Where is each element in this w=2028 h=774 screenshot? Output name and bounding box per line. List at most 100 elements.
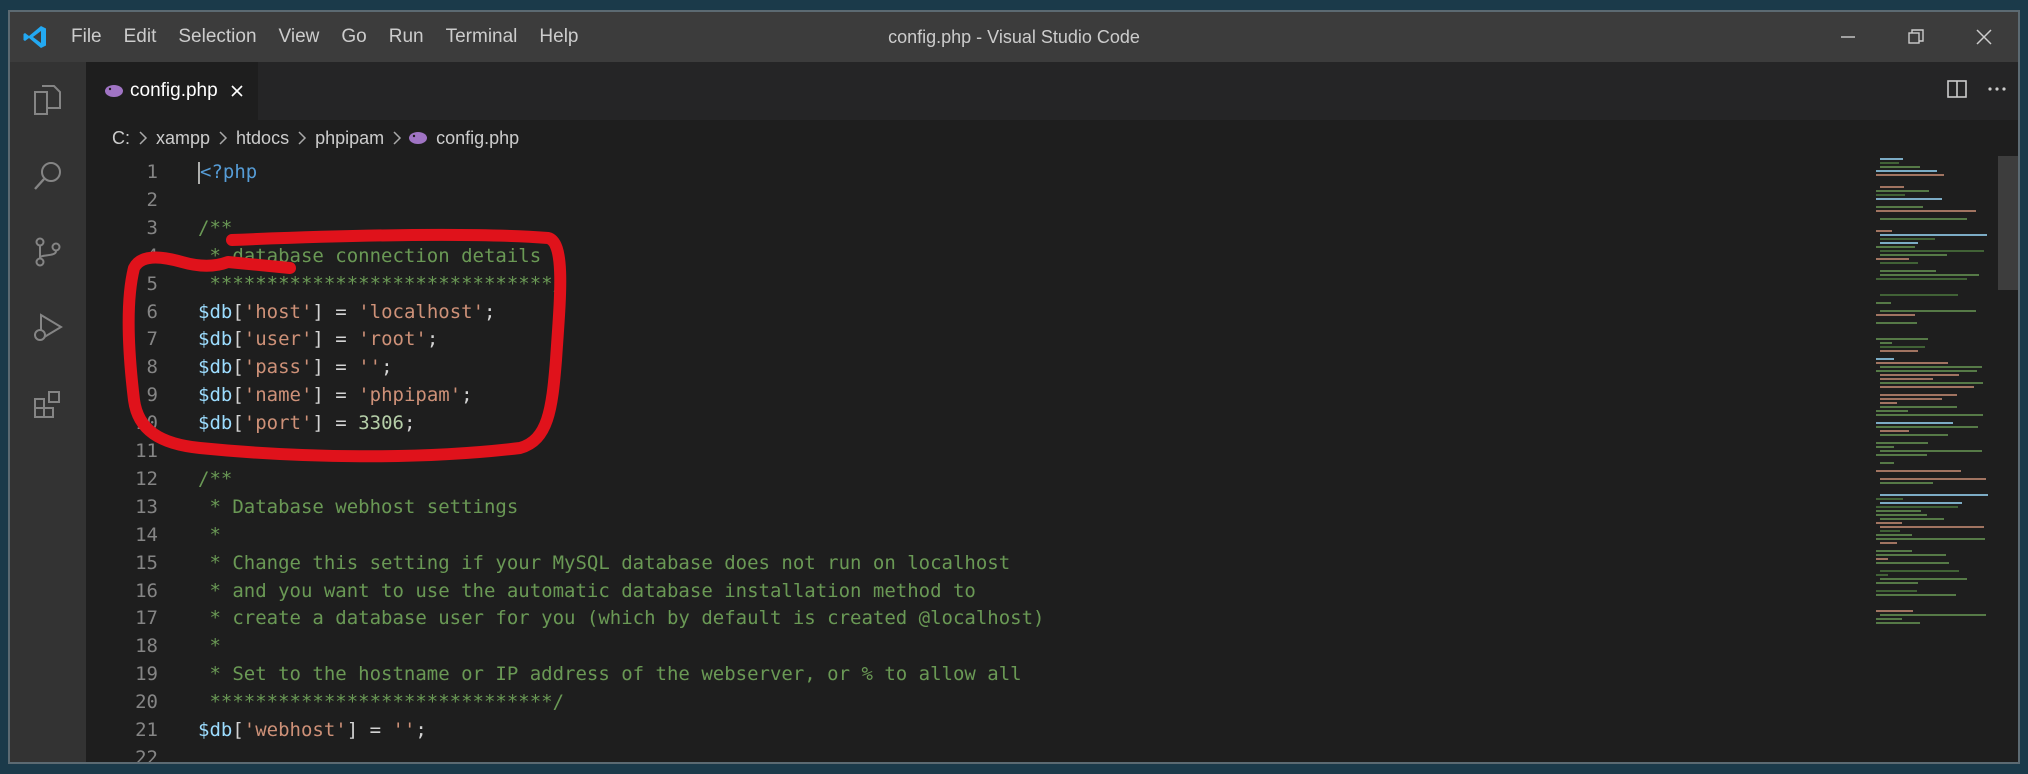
code-text: $db['webhost'] = ''; xyxy=(198,716,427,744)
minimap-line xyxy=(1880,274,1979,276)
code-token: [ xyxy=(232,384,244,407)
close-window-button[interactable] xyxy=(1950,12,2018,62)
code-line[interactable]: 1 <?php xyxy=(86,158,1786,186)
menu-view[interactable]: View xyxy=(268,12,331,62)
code-line[interactable]: 17 * create a database user for you (whi… xyxy=(86,604,1786,632)
code-text: $db['user'] = 'root'; xyxy=(198,325,438,353)
code-token: ; xyxy=(403,412,416,435)
menu-file[interactable]: File xyxy=(60,12,113,62)
code-token: $db xyxy=(198,356,233,379)
menu-selection[interactable]: Selection xyxy=(167,12,267,62)
minimize-button[interactable] xyxy=(1814,12,1882,62)
restore-icon xyxy=(1908,29,1924,44)
minimap-line xyxy=(1876,362,1948,364)
vertical-scrollbar[interactable] xyxy=(1998,156,2018,290)
more-actions-button[interactable] xyxy=(1986,78,2008,105)
code-line[interactable]: 14 * xyxy=(86,521,1786,549)
php-file-icon xyxy=(104,84,124,98)
minimap-line xyxy=(1876,550,1912,552)
breadcrumb-file[interactable]: config.php xyxy=(434,128,521,149)
minimap[interactable] xyxy=(1876,156,1996,762)
activity-search[interactable] xyxy=(10,138,86,214)
breadcrumb-drive[interactable]: C: xyxy=(110,128,132,149)
line-number: 7 xyxy=(146,328,158,351)
code-line[interactable]: 18 * xyxy=(86,632,1786,660)
activity-extensions[interactable] xyxy=(10,366,86,442)
menu-help[interactable]: Help xyxy=(528,12,589,62)
code-line[interactable]: 11 xyxy=(86,437,1786,465)
menu-go[interactable]: Go xyxy=(330,12,377,62)
minimap-line xyxy=(1880,382,1983,384)
menu-edit[interactable]: Edit xyxy=(113,12,168,62)
minimap-line xyxy=(1880,518,1944,520)
menu-terminal[interactable]: Terminal xyxy=(435,12,529,62)
code-text: * Database webhost settings xyxy=(198,493,518,521)
minimap-line xyxy=(1876,498,1903,500)
code-line[interactable]: 15 * Change this setting if your MySQL d… xyxy=(86,549,1786,577)
minimap-line xyxy=(1876,258,1909,260)
minimap-line xyxy=(1880,342,1892,344)
code-editor[interactable]: 1 <?php 2 3 /** 4 * database connection detai… xyxy=(86,156,2018,762)
code-line[interactable]: 5 ******************************/ xyxy=(86,270,1786,298)
code-line[interactable]: 22 xyxy=(86,744,1786,762)
code-token: 'name' xyxy=(243,384,313,407)
title-bar: File Edit Selection View Go Run Terminal… xyxy=(10,12,2018,62)
code-line[interactable]: 9 $db['name'] = 'phpipam'; xyxy=(86,381,1786,409)
code-token: $db xyxy=(198,719,233,741)
code-token: $db xyxy=(198,300,233,323)
line-number: 21 xyxy=(135,719,158,741)
line-number: 17 xyxy=(135,607,158,630)
minimap-line xyxy=(1880,374,1959,376)
code-text: $db['port'] = 3306; xyxy=(198,409,415,437)
activity-source-control[interactable] xyxy=(10,214,86,290)
split-editor-button[interactable] xyxy=(1946,78,1968,105)
extensions-icon xyxy=(34,391,60,418)
minimap-line xyxy=(1876,622,1920,624)
breadcrumb-xampp[interactable]: xampp xyxy=(154,128,212,149)
code-line[interactable]: 8 $db['pass'] = ''; xyxy=(86,353,1786,381)
code-line[interactable]: 19 * Set to the hostname or IP address o… xyxy=(86,660,1786,688)
code-token: ******************************/ xyxy=(198,272,565,295)
code-line[interactable]: 6 $db['host'] = 'localhost'; xyxy=(86,298,1786,326)
code-line[interactable]: 10 $db['port'] = 3306; xyxy=(86,409,1786,437)
code-token: 'webhost' xyxy=(243,719,347,741)
line-number: 18 xyxy=(135,635,158,658)
activity-run-debug[interactable] xyxy=(10,290,86,366)
minimap-line xyxy=(1880,542,1897,544)
tab-config-php[interactable]: config.php xyxy=(86,62,258,120)
minimap-line xyxy=(1876,454,1927,456)
code-token: * xyxy=(198,523,221,546)
minimap-line xyxy=(1880,262,1918,264)
restore-button[interactable] xyxy=(1882,12,1950,62)
tab-close-button[interactable] xyxy=(230,84,244,98)
code-token: /** xyxy=(198,216,233,239)
line-number: 8 xyxy=(146,356,158,379)
code-token: ] = xyxy=(312,300,359,323)
code-line[interactable]: 21 $db['webhost'] = ''; xyxy=(86,716,1786,744)
minimap-line xyxy=(1880,434,1948,436)
activity-explorer[interactable] xyxy=(10,62,86,138)
code-line[interactable]: 13 * Database webhost settings xyxy=(86,493,1786,521)
code-line[interactable]: 2 xyxy=(86,186,1786,214)
code-token: $db xyxy=(198,328,233,351)
code-line[interactable]: 3 /** xyxy=(86,214,1786,242)
code-line[interactable]: 12 /** xyxy=(86,465,1786,493)
minimap-line xyxy=(1880,494,1988,496)
minimap-line xyxy=(1880,530,1900,532)
code-line[interactable]: 4 * database connection details xyxy=(86,242,1786,270)
code-line[interactable]: 16 * and you want to use the automatic d… xyxy=(86,577,1786,605)
code-token: $db xyxy=(198,412,233,435)
line-number: 1 xyxy=(146,161,158,183)
tab-label: config.php xyxy=(130,80,218,101)
code-text: $db['host'] = 'localhost'; xyxy=(198,298,495,326)
minimap-line xyxy=(1876,594,1956,596)
minimize-icon xyxy=(1841,36,1855,38)
code-line[interactable]: 7 $db['user'] = 'root'; xyxy=(86,325,1786,353)
line-number: 9 xyxy=(146,384,158,407)
minimap-line xyxy=(1880,430,1909,432)
code-line[interactable]: 20 ******************************/ xyxy=(86,688,1786,716)
breadcrumb-htdocs[interactable]: htdocs xyxy=(234,128,291,149)
minimap-line xyxy=(1876,174,1944,176)
menu-run[interactable]: Run xyxy=(378,12,435,62)
breadcrumb-phpipam[interactable]: phpipam xyxy=(313,128,386,149)
